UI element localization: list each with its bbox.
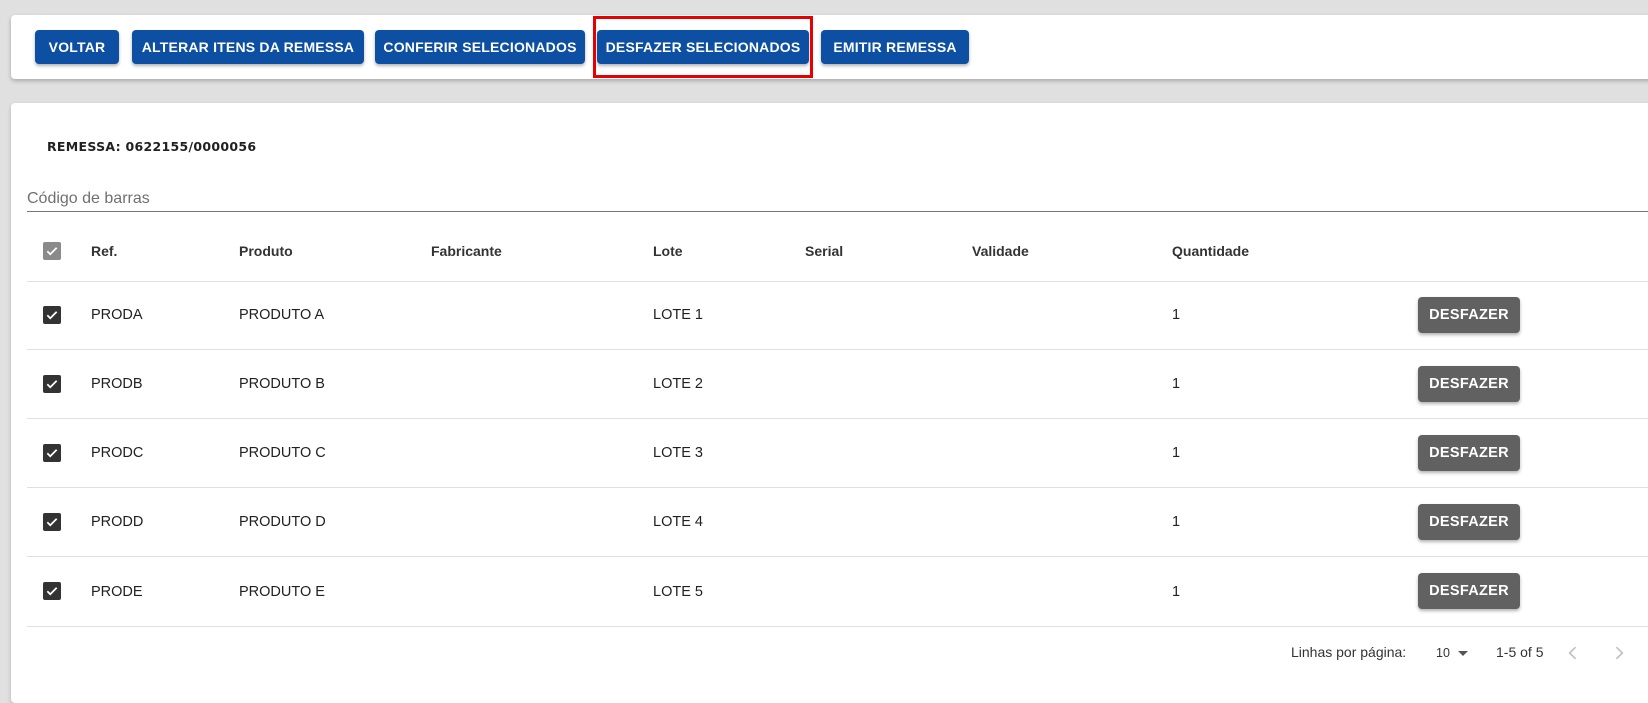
pagination-range: 1-5 of 5 bbox=[1496, 644, 1544, 660]
table-row: PRODE PRODUTO E LOTE 5 1 DESFAZER bbox=[27, 557, 1648, 627]
toolbar: VOLTAR ALTERAR ITENS DA REMESSA CONFERIR… bbox=[11, 15, 1648, 79]
cell-lote: LOTE 3 bbox=[653, 445, 703, 461]
desfazer-row-button[interactable]: DESFAZER bbox=[1418, 573, 1520, 609]
cell-lote: LOTE 2 bbox=[653, 376, 703, 392]
barcode-input[interactable] bbox=[27, 187, 1648, 212]
cell-ref: PRODE bbox=[91, 583, 143, 600]
checkbox-checked-icon bbox=[46, 449, 58, 458]
remessa-title: REMESSA: 0622155/0000056 bbox=[47, 139, 257, 154]
checkbox-checked-icon bbox=[46, 311, 58, 320]
dropdown-caret-icon bbox=[1457, 650, 1468, 656]
checkbox-checked-icon bbox=[46, 518, 58, 527]
header-ref[interactable]: Ref. bbox=[91, 221, 117, 281]
header-lote[interactable]: Lote bbox=[653, 221, 683, 281]
checkbox-indeterminate-icon bbox=[46, 247, 58, 256]
cell-quantidade: 1 bbox=[1172, 445, 1181, 461]
select-all-checkbox[interactable] bbox=[43, 242, 61, 260]
desfazer-row-button[interactable]: DESFAZER bbox=[1418, 366, 1520, 402]
desfazer-selecionados-button[interactable]: DESFAZER SELECIONADOS bbox=[597, 30, 809, 64]
cell-ref: PRODC bbox=[91, 445, 144, 461]
emitir-remessa-button[interactable]: EMITIR REMESSA bbox=[821, 30, 969, 64]
header-quantidade[interactable]: Quantidade bbox=[1172, 221, 1249, 281]
table-row: PRODB PRODUTO B LOTE 2 1 DESFAZER bbox=[27, 350, 1648, 419]
alterar-itens-button[interactable]: ALTERAR ITENS DA REMESSA bbox=[132, 30, 364, 64]
table-header: Ref. Produto Fabricante Lote Serial Vali… bbox=[27, 221, 1648, 282]
cell-lote: LOTE 4 bbox=[653, 514, 703, 530]
header-fabricante[interactable]: Fabricante bbox=[431, 221, 502, 281]
cell-lote: LOTE 5 bbox=[653, 583, 703, 600]
cell-produto: PRODUTO B bbox=[239, 376, 325, 392]
cell-produto: PRODUTO A bbox=[239, 307, 325, 323]
header-serial[interactable]: Serial bbox=[805, 221, 843, 281]
cell-quantidade: 1 bbox=[1172, 307, 1181, 323]
remessa-card: REMESSA: 0622155/0000056 Ref. Produto Fa… bbox=[11, 103, 1648, 703]
cell-produto: PRODUTO E bbox=[239, 583, 325, 600]
checkbox-checked-icon bbox=[46, 380, 58, 389]
checkbox-checked-icon bbox=[46, 587, 58, 596]
cell-produto: PRODUTO D bbox=[239, 514, 326, 530]
table-row: PRODC PRODUTO C LOTE 3 1 DESFAZER bbox=[27, 419, 1648, 488]
cell-produto: PRODUTO C bbox=[239, 445, 326, 461]
rows-per-page-label: Linhas por página: bbox=[1291, 644, 1407, 660]
row-checkbox[interactable] bbox=[43, 513, 61, 531]
next-page-button[interactable] bbox=[1609, 643, 1629, 663]
header-produto[interactable]: Produto bbox=[239, 221, 293, 281]
cell-ref: PRODA bbox=[91, 307, 143, 323]
desfazer-row-button[interactable]: DESFAZER bbox=[1418, 297, 1520, 333]
header-validade[interactable]: Validade bbox=[972, 221, 1029, 281]
rows-per-page-select[interactable]: 10 bbox=[1436, 643, 1476, 663]
cell-ref: PRODD bbox=[91, 514, 144, 530]
cell-quantidade: 1 bbox=[1172, 514, 1181, 530]
conferir-selecionados-button[interactable]: CONFERIR SELECIONADOS bbox=[375, 30, 585, 64]
rows-per-page-value: 10 bbox=[1436, 646, 1450, 660]
row-checkbox[interactable] bbox=[43, 375, 61, 393]
table-row: PRODA PRODUTO A LOTE 1 1 DESFAZER bbox=[27, 281, 1648, 350]
row-checkbox[interactable] bbox=[43, 444, 61, 462]
table-row: PRODD PRODUTO D LOTE 4 1 DESFAZER bbox=[27, 488, 1648, 557]
row-checkbox[interactable] bbox=[43, 306, 61, 324]
voltar-button[interactable]: VOLTAR bbox=[35, 30, 119, 64]
cell-quantidade: 1 bbox=[1172, 583, 1181, 600]
cell-ref: PRODB bbox=[91, 376, 143, 392]
cell-quantidade: 1 bbox=[1172, 376, 1181, 392]
chevron-right-icon bbox=[1615, 646, 1624, 660]
chevron-left-icon bbox=[1568, 646, 1577, 660]
row-checkbox[interactable] bbox=[43, 582, 61, 600]
cell-lote: LOTE 1 bbox=[653, 307, 703, 323]
desfazer-row-button[interactable]: DESFAZER bbox=[1418, 435, 1520, 471]
desfazer-row-button[interactable]: DESFAZER bbox=[1418, 504, 1520, 540]
previous-page-button[interactable] bbox=[1563, 643, 1583, 663]
